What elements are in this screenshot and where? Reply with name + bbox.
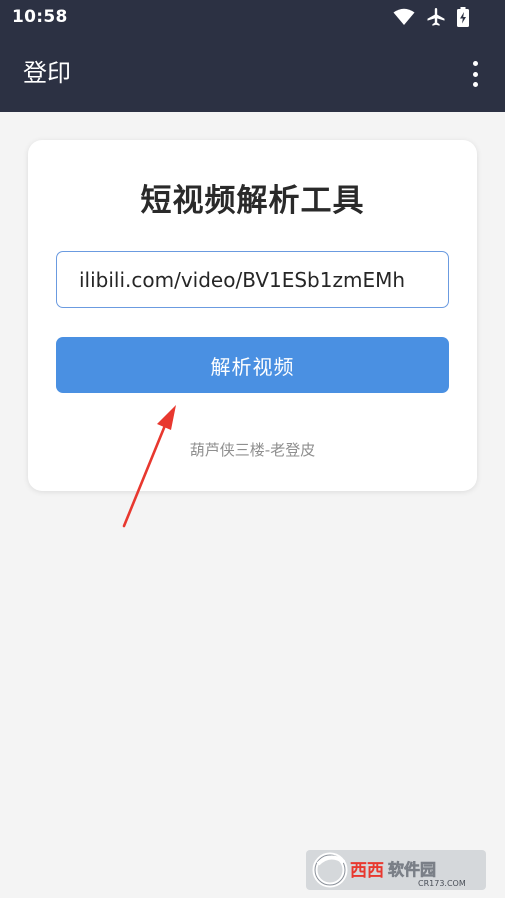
airplane-icon — [426, 7, 446, 27]
app-bar: 登印 — [0, 36, 505, 112]
svg-text:西西: 西西 — [350, 861, 384, 881]
status-bar: 10:58 — [0, 0, 505, 36]
menu-dot — [472, 71, 478, 77]
card-title: 短视频解析工具 — [140, 183, 365, 219]
status-icons — [393, 7, 469, 27]
watermark-logo: 西西 软件园 CR173.COM — [306, 850, 486, 890]
menu-dot — [472, 82, 478, 87]
svg-text:CR173.COM: CR173.COM — [418, 879, 466, 888]
menu-dot — [472, 61, 478, 66]
app-title: 登印 — [23, 59, 71, 87]
more-vert-icon[interactable] — [467, 61, 483, 87]
credit-text: 葫芦侠三楼-老登皮 — [189, 441, 316, 459]
status-time: 10:58 — [12, 7, 68, 27]
svg-text:软件园: 软件园 — [388, 860, 436, 879]
video-url-input[interactable] — [56, 251, 449, 308]
battery-charging-icon — [457, 7, 469, 27]
parse-video-button[interactable]: 解析视频 — [56, 337, 449, 393]
wifi-icon — [393, 8, 415, 26]
